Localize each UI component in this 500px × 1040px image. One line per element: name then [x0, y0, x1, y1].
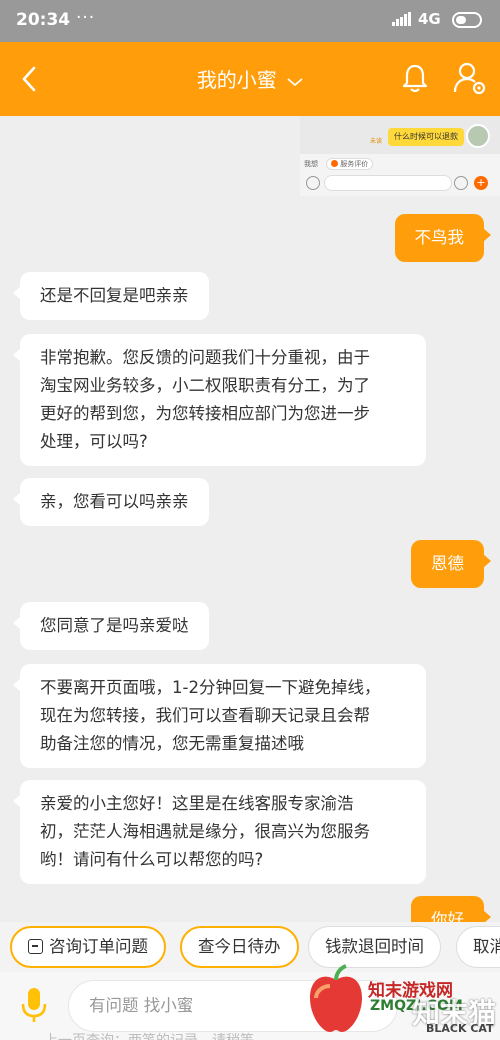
message-bubble-incoming[interactable]: 非常抱歉。您反馈的问题我们十分重视，由于 淘宝网业务较多，小二权限职责有分工，为…: [13, 334, 426, 466]
message-line: 不要离开页面哦，1-2分钟回复一下避免掉线，: [40, 678, 381, 697]
screenshot-avatar: [466, 124, 490, 148]
message-line: 助备注您的情况，您无需重复描述哦: [40, 734, 304, 753]
message-line: 更好的帮到您，为您转接相应部门为您进一步: [40, 404, 370, 423]
embedded-screenshot-image[interactable]: 未读 什么时候可以退款 我想 服务评价 +: [300, 116, 500, 196]
screenshot-tag-label: 服务评价: [340, 160, 369, 168]
screenshot-plus-icon: +: [474, 176, 488, 190]
message-line: 初，茫茫人海相遇就是缘分，很高兴为您服务: [40, 822, 370, 841]
screenshot-emoji-icon: [454, 176, 468, 190]
tag-dot-icon: [331, 160, 339, 167]
screenshot-bubble: 什么时候可以退款: [388, 128, 464, 146]
signal-icon: [392, 12, 411, 26]
message-text: 恩德: [431, 554, 464, 573]
status-more-icon: ···: [76, 8, 96, 28]
message-text: 亲，您看可以吗亲亲: [40, 492, 189, 511]
screenshot-read-label: 未读: [370, 138, 383, 145]
message-bubble-incoming[interactable]: 不要离开页面哦，1-2分钟回复一下避免掉线， 现在为您转接，我们可以查看聊天记录…: [13, 664, 426, 768]
partial-hint-text: 上一页查询：两笔的记录，请稍等: [44, 1030, 254, 1040]
quick-reply-chip[interactable]: 查今日待办: [180, 926, 299, 968]
microphone-icon[interactable]: [18, 986, 50, 1024]
screenshot-tag: 服务评价: [326, 158, 374, 170]
screenshot-input-row: +: [304, 174, 496, 192]
message-line: 处理，可以吗?: [40, 432, 148, 451]
message-bubble-incoming[interactable]: 您同意了是吗亲爱哒: [13, 602, 209, 650]
screenshot-voice-icon: [306, 176, 320, 190]
network-label: 4G: [418, 10, 441, 28]
message-line: 亲爱的小主您好！这里是在线客服专家渝浩: [40, 794, 354, 813]
network-type: 4G: [418, 10, 441, 28]
watermark-subtitle: BLACK CAT: [426, 1022, 494, 1035]
message-bubble-outgoing[interactable]: 不鸟我: [394, 214, 491, 262]
battery-icon: [452, 12, 482, 28]
chat-area[interactable]: 未读 什么时候可以退款 我想 服务评价 + 不鸟我 还是不回复是吧亲亲 非常抱歉…: [0, 116, 500, 922]
status-time: 20:34: [16, 10, 71, 30]
screenshot-input-field: [324, 175, 452, 191]
apple-logo-icon: [310, 964, 362, 1032]
message-line: 非常抱歉。您反馈的问题我们十分重视，由于: [40, 348, 370, 367]
chevron-down-icon: [287, 77, 303, 86]
page-title: 我的小蜜: [196, 68, 277, 92]
message-bubble-outgoing[interactable]: 你好: [411, 896, 491, 922]
input-placeholder: 有问题 找小蜜: [89, 996, 194, 1015]
message-line: 哟！请问有什么可以帮您的吗?: [40, 850, 264, 869]
chat-header: 我的小蜜: [0, 42, 500, 116]
chip-label: 查今日待办: [198, 937, 281, 956]
message-bubble-incoming[interactable]: 亲，您看可以吗亲亲: [13, 478, 209, 526]
message-text: 你好: [431, 910, 464, 922]
screenshot-row-label: 我想: [304, 160, 318, 168]
order-icon: [28, 939, 43, 954]
profile-settings-icon[interactable]: [452, 60, 488, 96]
message-bubble-outgoing[interactable]: 恩德: [411, 540, 491, 588]
screenshot-row: 我想 服务评价: [304, 158, 374, 170]
message-text: 不鸟我: [414, 228, 465, 247]
status-bar: 20:34 ··· 4G: [0, 0, 500, 42]
message-line: 淘宝网业务较多，小二权限职责有分工，为了: [40, 376, 370, 395]
message-bubble-incoming[interactable]: 亲爱的小主您好！这里是在线客服专家渝浩 初，茫茫人海相遇就是缘分，很高兴为您服务…: [13, 780, 426, 884]
bell-icon[interactable]: [400, 62, 430, 94]
message-bubble-incoming[interactable]: 还是不回复是吧亲亲: [13, 272, 209, 320]
chip-label: 咨询订单问题: [49, 937, 148, 956]
message-line: 现在为您转接，我们可以查看聊天记录且会帮: [40, 706, 370, 725]
message-text: 您同意了是吗亲爱哒: [40, 616, 189, 635]
site-watermark: 知末游戏网 ZMQZJ.COM 知末猫 BLACK CAT: [296, 946, 500, 1040]
quick-reply-chip[interactable]: 咨询订单问题: [10, 926, 166, 968]
message-text: 还是不回复是吧亲亲: [40, 286, 189, 305]
